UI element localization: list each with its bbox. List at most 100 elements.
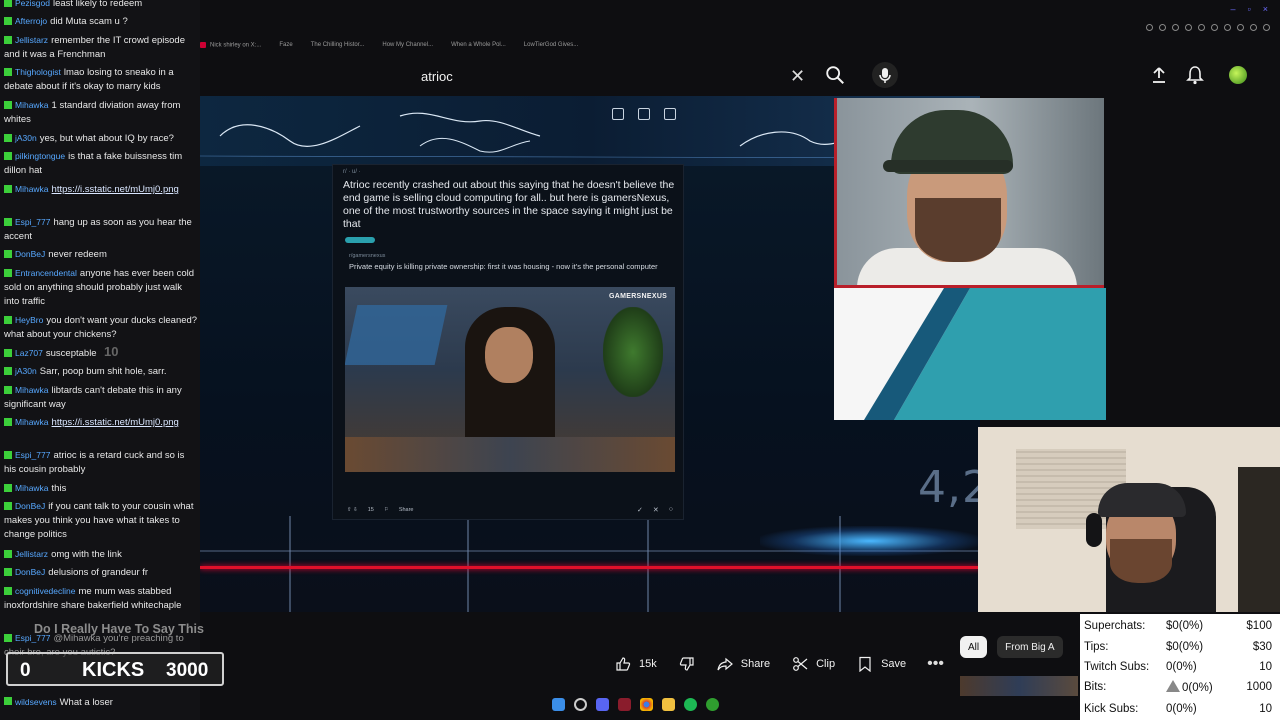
bookmark-item[interactable]: The Chilling Histor... — [311, 42, 365, 48]
chat-message: Thighologist lmao losing to sneako in a d… — [4, 67, 174, 92]
folder-icon[interactable] — [662, 698, 675, 711]
xbox-icon[interactable] — [706, 698, 719, 711]
vote-icon[interactable]: ⇧ ⇩ — [347, 507, 358, 513]
chat-message: wildsevens What a loser — [4, 697, 113, 708]
song-title: Do I Really Have To Say This — [34, 622, 204, 636]
check-icon[interactable]: ✓ — [637, 506, 643, 514]
chat-message: cognitivedecline me mum was stabbed inoxf… — [4, 586, 182, 611]
extension-icon[interactable] — [1146, 24, 1153, 31]
more-actions-icon[interactable]: ••• — [917, 655, 954, 673]
chat-message: Mihawka this — [4, 481, 198, 496]
post-author: r/ · u/ · — [343, 169, 361, 175]
search-input[interactable]: atrioc — [408, 60, 818, 92]
circle-icon[interactable]: ○ — [669, 506, 673, 514]
chrome-icon[interactable] — [640, 698, 653, 711]
extension-icon[interactable] — [1263, 24, 1270, 31]
stat-bits: Bits: 0(0%) 1000 — [1084, 680, 1272, 694]
windows-start-icon[interactable] — [552, 698, 565, 711]
screen: Nick shirley on X:... Faze The Chilling … — [0, 0, 1280, 720]
stat-twitch-subs: Twitch Subs: 0(0%) 10 — [1084, 661, 1272, 673]
chat-link[interactable]: https://i.sstatic.net/mUmj0.png — [52, 417, 179, 428]
streamer-webcam — [834, 98, 1104, 288]
reddit-post-card: r/ · u/ · Atrioc recently crashed out ab… — [332, 164, 684, 520]
post-meta — [349, 479, 350, 485]
bookmark-icon — [859, 656, 871, 672]
light-flare — [760, 526, 980, 556]
clear-search-icon[interactable]: ✕ — [790, 66, 805, 87]
like-button[interactable]: 15k — [604, 648, 668, 680]
upload-icon[interactable] — [1150, 66, 1168, 84]
spotify-icon[interactable] — [684, 698, 697, 711]
extension-icon[interactable] — [1237, 24, 1244, 31]
extension-icon[interactable] — [1185, 24, 1192, 31]
gamersnexus-logo: GAMERSNEXUS — [609, 293, 668, 300]
chat-message: Laz707 susceptable — [4, 346, 198, 361]
post-right-icons: ✓ ✕ ○ — [637, 506, 673, 514]
expand-icon[interactable] — [612, 108, 624, 120]
app-icon[interactable] — [618, 698, 631, 711]
comments-count[interactable]: 15 — [368, 507, 374, 513]
chat-message: Mihawka https://i.sstatic.net/mUmj0.png — [4, 182, 198, 197]
kicks-goal-bar: 0 KICKS 3000 — [6, 652, 224, 686]
chat-message: Mihawka libtards can't debate this in any… — [4, 385, 182, 410]
clip-button[interactable]: Clip — [781, 648, 846, 680]
chat-message: Jellistarz omg with the link — [4, 547, 198, 562]
bookmark-item[interactable]: Faze — [279, 42, 292, 48]
chip-from-big-a[interactable]: From Big A — [997, 636, 1063, 658]
extension-icon[interactable] — [1198, 24, 1205, 31]
clip-label: Clip — [816, 658, 836, 670]
recommended-thumbnail[interactable] — [960, 676, 1078, 696]
save-label: Save — [881, 658, 907, 670]
skip-icon[interactable] — [664, 108, 676, 120]
facecam — [978, 427, 1280, 612]
post-title: Atrioc recently crashed out about this s… — [343, 179, 675, 230]
minimize-icon[interactable]: – — [1231, 4, 1236, 14]
like-count: 15k — [639, 658, 657, 670]
pie-graphic — [834, 288, 1106, 420]
video-actions: 15k Share Clip Save ••• — [604, 648, 954, 680]
thumbs-up-icon — [616, 657, 631, 671]
chip-all[interactable]: All — [960, 636, 988, 658]
bookmark-item[interactable]: LowTierGod Gives... — [524, 42, 578, 48]
extension-icon[interactable] — [1172, 24, 1179, 31]
bookmark-item[interactable]: When a Whole Pol... — [451, 42, 506, 48]
maximize-icon[interactable]: ▫ — [1248, 4, 1251, 14]
post-share-label[interactable]: Share — [399, 507, 414, 513]
chat-link[interactable]: https://i.sstatic.net/mUmj0.png — [52, 184, 179, 195]
stat-kick-subs: Kick Subs: 0(0%) 10 — [1084, 703, 1272, 715]
account-avatar[interactable] — [1229, 66, 1247, 84]
search-icon[interactable] — [824, 64, 846, 86]
extension-icon[interactable] — [1224, 24, 1231, 31]
microphone-icon[interactable] — [872, 62, 898, 88]
bookmark-item[interactable]: How My Channel... — [382, 42, 433, 48]
chat-message: Pezisgod least likely to redeem — [4, 0, 198, 11]
chat-message: Espi_777 atrioc is a retard cuck and so i… — [4, 450, 185, 475]
chat-message: Espi_777 hang up as soon as you hear the … — [4, 217, 192, 242]
thumbs-down-icon — [679, 657, 694, 671]
taskbar — [552, 698, 719, 711]
close-icon[interactable]: ✕ — [653, 506, 659, 514]
chat-message: Entrancendental anyone has ever been cold… — [4, 268, 195, 307]
dislike-button[interactable] — [668, 648, 706, 680]
post-link-title: Private equity is killing private owners… — [349, 262, 658, 271]
bookmark-item[interactable]: Nick shirley on X:... — [200, 41, 261, 48]
award-icon[interactable]: ⚐ — [384, 507, 389, 513]
close-icon[interactable]: × — [1263, 4, 1268, 14]
search-icon[interactable] — [574, 698, 587, 711]
share-button[interactable]: Share — [706, 648, 781, 680]
emote-count: 10 — [104, 344, 119, 359]
discord-icon[interactable] — [596, 698, 609, 711]
chat-message: HeyBro you don't want your ducks cleaned?… — [4, 315, 198, 340]
chat-message: pilkingtongue is that a fake buissness ti… — [4, 151, 183, 176]
extension-icon[interactable] — [1250, 24, 1257, 31]
exit-icon[interactable] — [638, 108, 650, 120]
extension-icon[interactable] — [1211, 24, 1218, 31]
kicks-label: KICKS — [82, 659, 145, 681]
progress-bar[interactable] — [200, 566, 980, 569]
notifications-bell-icon[interactable] — [1186, 65, 1204, 85]
bits-icon — [1166, 680, 1180, 692]
extension-icon[interactable] — [1159, 24, 1166, 31]
chat-message: Afterrojo did Muta scam u ? — [4, 14, 198, 29]
kicks-goal: 3000 — [166, 660, 209, 681]
save-button[interactable]: Save — [846, 648, 917, 680]
